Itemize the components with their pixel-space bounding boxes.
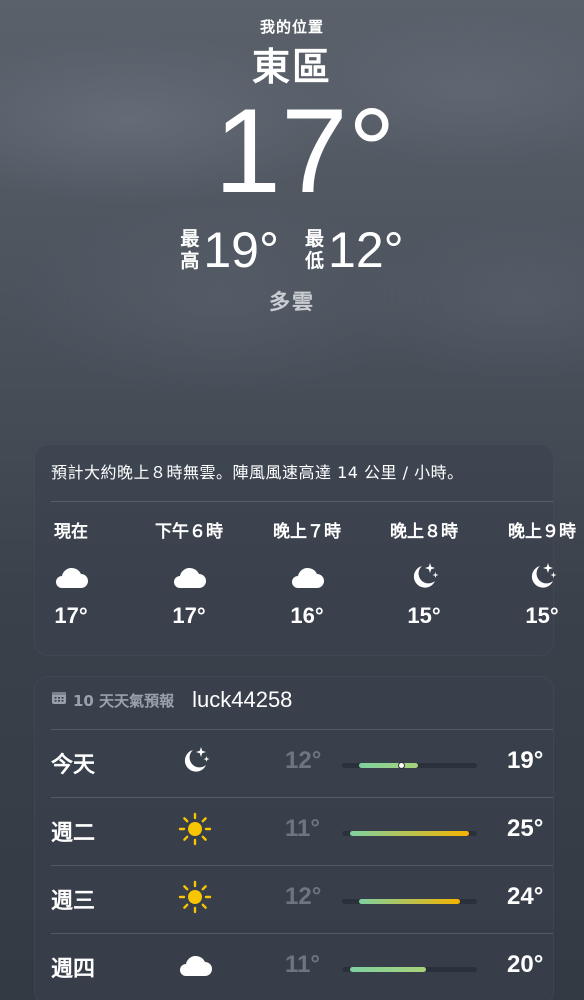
daily-row[interactable]: 週四 11° 20° — [51, 933, 543, 1000]
hour-item: 晚上８時 15° — [384, 517, 464, 629]
day-label: 今天 — [51, 753, 96, 778]
cloud-icon — [175, 945, 215, 985]
daily-row[interactable]: 週二 11° 25° — [51, 797, 543, 865]
sun-icon — [175, 809, 215, 849]
hour-item: 晚上７時 16° — [267, 517, 347, 629]
hour-temperature: 15° — [407, 603, 441, 628]
forecast-summary: 預計大約晚上８時無雲。陣風風速高達 14 公里 / 小時。 — [51, 463, 464, 482]
low-temperature: 11° — [285, 951, 320, 978]
hour-label: 晚上７時 — [273, 522, 341, 542]
day-label: 週四 — [51, 957, 96, 982]
weather-condition: 多雲 — [269, 290, 315, 314]
low-temperature: 最 低 12° — [305, 222, 404, 278]
hour-item: 下午６時 17° — [149, 517, 229, 629]
high-temperature: 24° — [507, 883, 544, 910]
hour-label: 晚上９時 — [508, 522, 576, 542]
sun-icon — [175, 877, 215, 917]
moon-stars-icon — [384, 557, 464, 597]
cloud-icon — [149, 557, 229, 597]
low-temperature: 11° — [285, 815, 320, 842]
hourly-forecast-card[interactable]: 預計大約晚上８時無雲。陣風風速高達 14 公里 / 小時。 現在 17° 下午６時 1… — [31, 444, 576, 656]
hour-temperature: 17° — [172, 603, 206, 628]
hour-item: 晚上９時 15° — [502, 517, 582, 629]
high-temperature: 20° — [507, 951, 544, 978]
ten-day-header: 10 天天氣預報 luck44258 — [51, 687, 292, 713]
hour-temperature: 16° — [290, 603, 324, 628]
high-temperature: 最 高 19° — [180, 222, 279, 278]
temperature-range-bar — [342, 899, 477, 904]
temperature-range-fill — [358, 899, 461, 904]
day-label: 週二 — [51, 821, 96, 846]
temperature-range-fill — [358, 763, 418, 768]
location-label: 我的位置 — [259, 18, 324, 36]
hour-item: 現在 17° — [31, 517, 111, 629]
temperature-range-bar — [342, 831, 477, 836]
day-label: 週三 — [51, 889, 96, 914]
current-temp-marker — [398, 762, 406, 769]
overlay-username: luck44258 — [192, 687, 293, 712]
location-name: 東區 — [251, 45, 332, 89]
temperature-range-bar — [342, 762, 477, 769]
low-temperature: 12° — [285, 747, 322, 774]
hour-temperature: 17° — [54, 603, 88, 628]
moon-stars-icon — [175, 741, 215, 781]
high-low-temperatures: 最 高 19° 最 低 12° — [0, 222, 584, 278]
daily-row[interactable]: 今天 12° 19° — [51, 729, 543, 797]
low-value: 12° — [328, 222, 404, 278]
current-temperature: 17° — [214, 84, 396, 218]
high-value: 19° — [203, 222, 279, 278]
ten-day-forecast-card[interactable]: 10 天天氣預報 luck44258 今天 12° 19° 週二 11° 25° 週三 12°… — [34, 676, 554, 1000]
hour-label: 現在 — [54, 522, 88, 542]
hour-label: 下午６時 — [155, 522, 223, 542]
temperature-range-fill — [350, 967, 427, 972]
temperature-range-fill — [350, 831, 469, 836]
low-temperature: 12° — [285, 883, 322, 910]
high-temperature: 19° — [507, 747, 544, 774]
temperature-range-bar — [342, 967, 477, 972]
high-label: 最 高 — [180, 228, 200, 272]
calendar-icon — [51, 690, 67, 710]
hour-label: 晚上８時 — [390, 522, 458, 542]
ten-day-title: 10 天天氣預報 — [73, 691, 175, 710]
hour-temperature: 15° — [525, 603, 559, 628]
cloud-icon — [31, 557, 111, 597]
divider — [51, 501, 553, 502]
cloud-icon — [267, 557, 347, 597]
high-temperature: 25° — [507, 815, 544, 842]
low-label: 最 低 — [305, 228, 325, 272]
daily-row[interactable]: 週三 12° 24° — [51, 865, 543, 933]
moon-stars-icon — [502, 557, 582, 597]
